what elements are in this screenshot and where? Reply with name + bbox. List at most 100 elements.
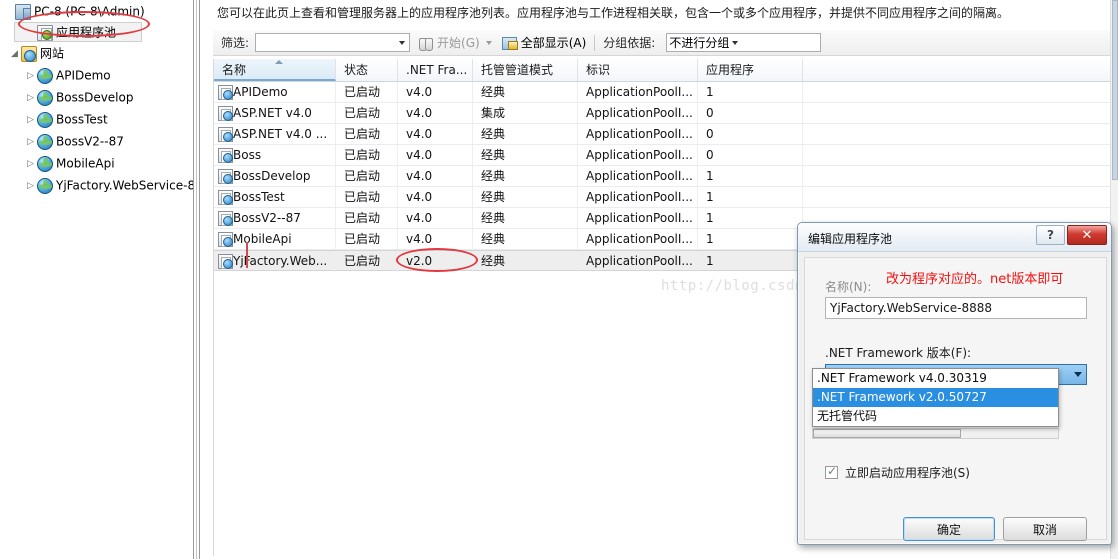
cancel-button[interactable]: 取消 bbox=[1003, 517, 1087, 541]
table-row[interactable]: BossDevelop 已启动 v4.0 经典 ApplicationPoolI... 1 bbox=[214, 166, 1117, 187]
column-header-name[interactable]: 名称 bbox=[214, 59, 336, 81]
framework-dropdown-list[interactable]: .NET Framework v4.0.30319 .NET Framework … bbox=[812, 368, 1059, 427]
column-header-status[interactable]: 状态 bbox=[336, 59, 398, 81]
table-row[interactable]: ASP.NET v4.0 ... 已启动 v4.0 经典 ApplicationPool… bbox=[214, 124, 1117, 145]
dropdown-option[interactable]: .NET Framework v4.0.30319 bbox=[813, 369, 1058, 388]
cell-value: 已启动 bbox=[344, 106, 381, 120]
tree-expander[interactable] bbox=[2, 1, 15, 23]
table-row[interactable]: Boss 已启动 v4.0 经典 ApplicationPoolI... 0 bbox=[214, 145, 1117, 166]
sidebar-item-label: APIDemo bbox=[56, 68, 111, 83]
show-all-button[interactable]: 全部显示(A) bbox=[501, 34, 586, 51]
sidebar-item-bosstest[interactable]: ▷ BossTest bbox=[0, 108, 193, 130]
sidebar-item-label: YjFactory.WebService-8 bbox=[56, 178, 193, 193]
cell-value: v4.0 bbox=[406, 190, 433, 204]
sort-ascending-icon bbox=[274, 60, 283, 64]
name-field-value: YjFactory.WebService-8888 bbox=[830, 301, 992, 315]
close-icon[interactable]: ✕ bbox=[1067, 225, 1107, 245]
table-row[interactable]: ASP.NET v4.0 已启动 v4.0 集成 ApplicationPoolI...… bbox=[214, 103, 1117, 124]
show-all-icon bbox=[501, 36, 518, 50]
website-icon bbox=[37, 133, 53, 150]
cell-blank bbox=[803, 103, 1116, 124]
cell-value: 0 bbox=[706, 148, 714, 162]
cell-apps: 0 bbox=[698, 103, 803, 124]
cell-value: 经典 bbox=[481, 85, 506, 99]
app-pool-icon bbox=[218, 254, 233, 269]
grid-header-row: 名称 状态 .NET Fra... 托管管道模式 标识 应用程序 bbox=[214, 59, 1117, 82]
chevron-down-icon[interactable] bbox=[399, 40, 406, 45]
dropdown-option[interactable]: .NET Framework v2.0.50727 bbox=[813, 388, 1058, 407]
cell-status: 已启动 bbox=[336, 251, 398, 272]
page-scrollbar-thumb[interactable] bbox=[1112, 0, 1118, 180]
cell-value: ApplicationPoolI... bbox=[586, 254, 693, 268]
go-button[interactable]: 开始(G) bbox=[418, 34, 494, 51]
table-row[interactable]: BossTest 已启动 v4.0 经典 ApplicationPoolI... 1 bbox=[214, 187, 1117, 208]
cell-identity: ApplicationPoolI... bbox=[578, 103, 698, 124]
ok-button[interactable]: 确定 bbox=[903, 517, 995, 541]
dropdown-scrollbar-thumb[interactable] bbox=[813, 429, 961, 438]
name-field[interactable]: YjFactory.WebService-8888 bbox=[825, 297, 1087, 319]
sidebar-item-[interactable]: ◢ 网站 bbox=[0, 42, 193, 64]
cell-identity: ApplicationPoolI... bbox=[578, 208, 698, 229]
chevron-down-icon[interactable] bbox=[732, 40, 739, 45]
cell-value: ApplicationPoolI... bbox=[586, 169, 693, 183]
cell-identity: ApplicationPoolI... bbox=[578, 124, 698, 145]
cell-pipeline: 经典 bbox=[473, 166, 578, 187]
column-header-pipeline[interactable]: 托管管道模式 bbox=[473, 59, 578, 81]
go-dropdown-chevron-icon[interactable] bbox=[485, 40, 492, 45]
website-icon bbox=[37, 155, 53, 172]
cell-value: 经典 bbox=[481, 254, 506, 268]
column-header-blank[interactable] bbox=[803, 59, 1116, 81]
cell-value: v4.0 bbox=[406, 232, 433, 246]
cell-runtime: v4.0 bbox=[398, 82, 473, 103]
tree-expander[interactable]: ▷ bbox=[24, 87, 37, 109]
tree-expander[interactable]: ▷ bbox=[24, 65, 37, 87]
dropdown-horizontal-scrollbar[interactable] bbox=[812, 428, 1059, 439]
tree-pane[interactable]: PC-8 (PC-8\Admin) 应用程序池 ◢ 网站 ▷ APIDemo ▷ BossDe… bbox=[0, 0, 193, 559]
cell-apps: 1 bbox=[698, 166, 803, 187]
table-row[interactable]: APIDemo 已启动 v4.0 经典 ApplicationPoolI... 1 bbox=[214, 82, 1117, 103]
app-pool-icon bbox=[218, 148, 233, 163]
sidebar-item-yjfactory-webservice-8[interactable]: ▷ YjFactory.WebService-8 bbox=[0, 174, 193, 196]
app-pool-icon bbox=[218, 190, 233, 205]
cell-value: 已启动 bbox=[344, 211, 381, 225]
cell-apps: 1 bbox=[698, 82, 803, 103]
sidebar-item-bossdevelop[interactable]: ▷ BossDevelop bbox=[0, 86, 193, 108]
cell-runtime: v4.0 bbox=[398, 145, 473, 166]
cell-name: BossDevelop bbox=[214, 166, 336, 187]
filter-input[interactable] bbox=[255, 33, 411, 52]
cell-pipeline: 经典 bbox=[473, 187, 578, 208]
cell-identity: ApplicationPoolI... bbox=[578, 251, 698, 272]
chevron-down-icon[interactable] bbox=[1069, 365, 1086, 384]
group-by-select[interactable]: 不进行分组 bbox=[666, 33, 822, 52]
cell-pipeline: 经典 bbox=[473, 82, 578, 103]
annotation-text: 改为程序对应的。net版本即可 bbox=[886, 272, 1064, 287]
help-button[interactable]: ? bbox=[1036, 225, 1065, 245]
tree-expander[interactable]: ▷ bbox=[24, 131, 37, 153]
sidebar-item-label: MobileApi bbox=[56, 156, 115, 171]
cell-value: 0 bbox=[706, 127, 714, 141]
sidebar-item-apidemo[interactable]: ▷ APIDemo bbox=[0, 64, 193, 86]
column-header-apps[interactable]: 应用程序 bbox=[698, 59, 803, 81]
cell-value: ApplicationPoolI... bbox=[586, 232, 693, 246]
cell-identity: ApplicationPoolI... bbox=[578, 82, 698, 103]
cell-pipeline: 经典 bbox=[473, 208, 578, 229]
column-header-runtime[interactable]: .NET Fra... bbox=[398, 59, 473, 81]
column-header-identity[interactable]: 标识 bbox=[578, 59, 698, 81]
cell-value: Boss bbox=[233, 148, 262, 162]
tree-expander[interactable]: ▷ bbox=[24, 153, 37, 175]
text-cursor bbox=[246, 242, 248, 268]
tree-expander[interactable]: ◢ bbox=[8, 43, 21, 65]
sidebar-item-mobileapi[interactable]: ▷ MobileApi bbox=[0, 152, 193, 174]
start-immediately-checkbox[interactable] bbox=[825, 464, 838, 479]
cell-status: 已启动 bbox=[336, 187, 398, 208]
cell-identity: ApplicationPoolI... bbox=[578, 187, 698, 208]
cell-value: ASP.NET v4.0 bbox=[233, 106, 312, 120]
tree-expander[interactable]: ▷ bbox=[24, 175, 37, 197]
tree-expander[interactable]: ▷ bbox=[24, 109, 37, 131]
sidebar-item-bossv2-87[interactable]: ▷ BossV2--87 bbox=[0, 130, 193, 152]
cell-value: 经典 bbox=[481, 169, 506, 183]
cell-value: 1 bbox=[706, 211, 714, 225]
cell-status: 已启动 bbox=[336, 166, 398, 187]
dialog-title-bar[interactable]: 编辑应用程序池 ? ✕ bbox=[798, 223, 1111, 252]
dropdown-option[interactable]: 无托管代码 bbox=[813, 407, 1058, 426]
